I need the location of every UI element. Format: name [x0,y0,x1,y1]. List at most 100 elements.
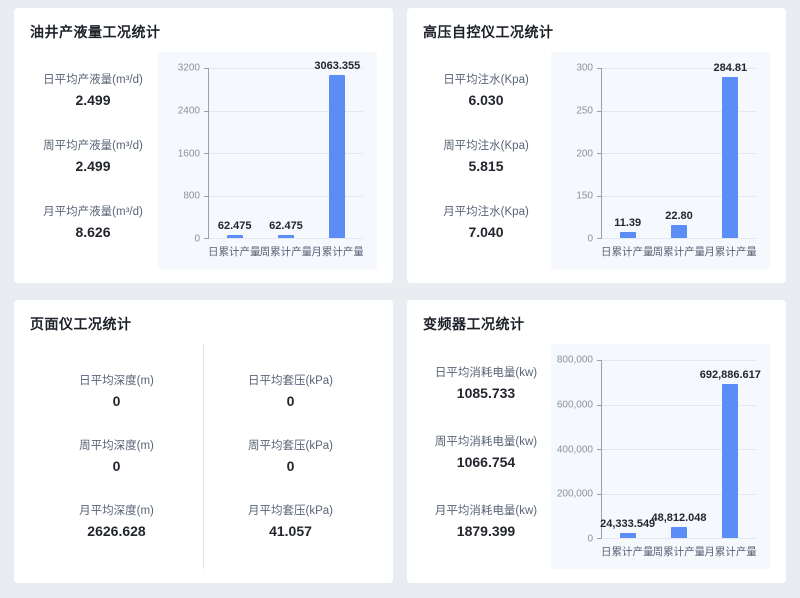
plot-area: 24,333.54948,812.048692,886.617 [601,360,756,539]
bar-value-label: 48,812.048 [651,512,706,524]
y-axis-tick-label: 0 [587,534,593,545]
stat-weekly-avg-power: 周平均消耗电量(kw) 1066.754 [423,433,549,470]
bar-slot: 48,812.048 [653,360,704,538]
y-axis-tick-label: 200,000 [557,489,593,500]
bar-slot: 22.80 [653,68,704,238]
x-axis-label: 月累计产量 [704,544,756,559]
y-axis-tick-label: 400,000 [557,444,593,455]
stat-daily-avg-casing-pressure: 日平均套压(kPa) 0 [204,372,377,409]
stat-daily-avg-injection: 日平均注水(Kpa) 6.030 [423,71,549,108]
stat-label: 日平均消耗电量(kw) [423,364,549,380]
y-axis-tick-label: 800,000 [557,355,593,366]
bar-chart-injection: 3002502001500 11.3922.80284.81 日累计产量周累计产… [551,52,770,269]
depth-stats-column: 日平均深度(m) 0 周平均深度(m) 0 月平均深度(m) 2626.628 [30,344,203,569]
stat-label: 月平均深度(m) [30,502,203,518]
stat-label: 周平均产液量(m³/d) [30,137,156,153]
stat-weekly-avg-casing-pressure: 周平均套压(kPa) 0 [204,437,377,474]
bar-value-label: 3063.355 [314,60,360,72]
y-axis-tick-label: 1600 [178,148,200,159]
y-axis: 3002502001500 [555,68,601,239]
y-axis-tick-label: 200 [576,148,593,159]
card-oil-well-production: 油井产液量工况统计 日平均产液量(m³/d) 2.499 周平均产液量(m³/d… [14,8,393,283]
stat-label: 周平均消耗电量(kw) [423,433,549,449]
bar-slot: 692,886.617 [705,360,756,538]
y-axis-tick-label: 150 [576,191,593,202]
x-axis-label: 月累计产量 [704,244,756,259]
stat-value: 41.057 [204,523,377,539]
stats-column: 日平均消耗电量(kw) 1085.733 周平均消耗电量(kw) 1066.75… [423,344,549,569]
bar-周累计产量[interactable] [671,527,687,538]
stats-column: 日平均产液量(m³/d) 2.499 周平均产液量(m³/d) 2.499 月平… [30,52,156,269]
bar-value-label: 11.39 [614,217,641,229]
stat-daily-avg-liquid: 日平均产液量(m³/d) 2.499 [30,71,156,108]
gridline [602,538,756,539]
bar-日累计产量[interactable] [620,232,636,238]
bar-周累计产量[interactable] [671,225,687,238]
y-axis-tick-label: 0 [587,234,593,245]
bar-value-label: 692,886.617 [700,369,761,381]
bar-月累计产量[interactable] [722,384,738,538]
stat-value: 1879.399 [423,523,549,539]
stat-label: 日平均注水(Kpa) [423,71,549,87]
stat-label: 周平均套压(kPa) [204,437,377,453]
bar-slot: 24,333.549 [602,360,653,538]
card-body: 日平均注水(Kpa) 6.030 周平均注水(Kpa) 5.815 月平均注水(… [423,52,770,269]
stat-label: 月平均套压(kPa) [204,502,377,518]
stat-monthly-avg-power: 月平均消耗电量(kw) 1879.399 [423,502,549,539]
stat-label: 月平均消耗电量(kw) [423,502,549,518]
bar-月累计产量[interactable] [329,75,345,238]
plot-row: 3200240016008000 62.47562.4753063.355 [162,68,363,239]
stat-value: 1085.733 [423,385,549,401]
y-axis: 800,000600,000400,000200,0000 [555,360,601,539]
stat-value: 5.815 [423,158,549,174]
stat-value: 2.499 [30,158,156,174]
stat-label: 日平均套压(kPa) [204,372,377,388]
card-title: 页面仪工况统计 [30,314,377,334]
y-axis-tick-label: 2400 [178,105,200,116]
x-axis-label: 日累计产量 [601,244,653,259]
x-axis-label: 周累计产量 [260,244,312,259]
bar-slot: 3063.355 [312,68,363,238]
stat-daily-avg-depth: 日平均深度(m) 0 [30,372,203,409]
chart: 3200240016008000 62.47562.4753063.355 日累… [162,68,363,263]
y-axis-tick-label: 0 [194,234,200,245]
stat-value: 2626.628 [30,523,203,539]
x-axis-label: 日累计产量 [208,244,260,259]
card-page-gauge: 页面仪工况统计 日平均深度(m) 0 周平均深度(m) 0 月平均深度(m) 2… [14,300,393,583]
bar-value-label: 62.475 [218,220,252,232]
bar-value-label: 24,333.549 [600,518,655,530]
stat-label: 月平均产液量(m³/d) [30,203,156,219]
stat-value: 1066.754 [423,454,549,470]
bar-日累计产量[interactable] [227,235,243,238]
card-high-pressure-control: 高压自控仪工况统计 日平均注水(Kpa) 6.030 周平均注水(Kpa) 5.… [407,8,786,283]
stat-label: 日平均产液量(m³/d) [30,71,156,87]
x-axis-label: 周累计产量 [653,544,705,559]
stat-label: 月平均注水(Kpa) [423,203,549,219]
card-body: 日平均产液量(m³/d) 2.499 周平均产液量(m³/d) 2.499 月平… [30,52,377,269]
card-body: 日平均深度(m) 0 周平均深度(m) 0 月平均深度(m) 2626.628 … [30,344,377,569]
bar-slot: 11.39 [602,68,653,238]
card-title: 油井产液量工况统计 [30,22,377,42]
x-axis-label: 周累计产量 [653,244,705,259]
stat-value: 0 [30,458,203,474]
stat-monthly-avg-casing-pressure: 月平均套压(kPa) 41.057 [204,502,377,539]
bar-value-label: 22.80 [665,210,693,222]
bar-月累计产量[interactable] [722,77,738,238]
card-title: 变频器工况统计 [423,314,770,334]
y-axis-tick-label: 600,000 [557,399,593,410]
y-axis-tick-label: 250 [576,105,593,116]
bar-日累计产量[interactable] [620,533,636,538]
bar-slot: 62.475 [209,68,260,238]
x-axis: 日累计产量周累计产量月累计产量 [208,239,363,263]
bar-slot: 284.81 [705,68,756,238]
stats-column: 日平均注水(Kpa) 6.030 周平均注水(Kpa) 5.815 月平均注水(… [423,52,549,269]
bar-周累计产量[interactable] [278,235,294,238]
dashboard: 油井产液量工况统计 日平均产液量(m³/d) 2.499 周平均产液量(m³/d… [0,0,800,598]
stat-value: 0 [204,458,377,474]
y-axis: 3200240016008000 [162,68,208,239]
stat-value: 0 [204,393,377,409]
bar-slot: 62.475 [260,68,311,238]
stat-value: 0 [30,393,203,409]
card-body: 日平均消耗电量(kw) 1085.733 周平均消耗电量(kw) 1066.75… [423,344,770,569]
stat-label: 周平均注水(Kpa) [423,137,549,153]
